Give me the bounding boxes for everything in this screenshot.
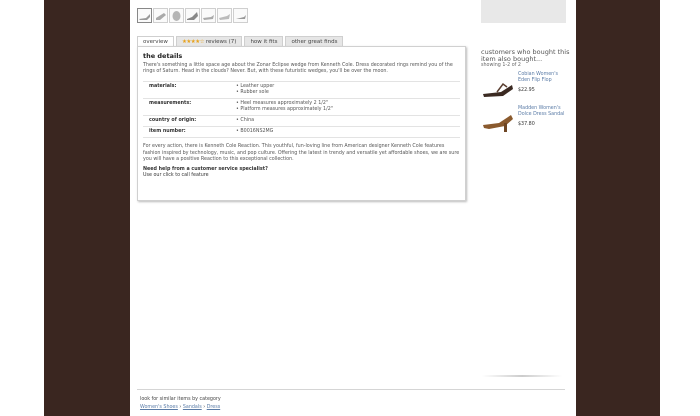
list-item[interactable]: Madden Women's Dolce Dress Sandal $37.80 bbox=[481, 106, 571, 134]
details-panel: the details There's something a little s… bbox=[137, 46, 466, 201]
category-label: look for similar items by category bbox=[140, 397, 221, 402]
spec-label: measurements: bbox=[143, 98, 233, 116]
product-price: $22.95 bbox=[518, 88, 535, 93]
also-bought-count: showing 1-2 of 2 bbox=[481, 63, 521, 68]
product-image[interactable] bbox=[481, 106, 515, 134]
tab-other-finds[interactable]: other great finds bbox=[285, 36, 344, 46]
spec-value: • B0016NS2MG bbox=[233, 126, 460, 139]
spec-table: materials: • Leather upper • Rubber sole … bbox=[143, 81, 460, 139]
details-heading: the details bbox=[143, 52, 183, 60]
product-thumbnail[interactable] bbox=[201, 8, 216, 23]
product-name-link[interactable]: Madden Women's Dolce Dress Sandal bbox=[518, 106, 571, 118]
divider bbox=[137, 389, 565, 390]
breadcrumb-sandals[interactable]: Sandals bbox=[183, 405, 202, 410]
brand-description: For every action, there is Kenneth Cole … bbox=[143, 144, 460, 162]
table-row: materials: • Leather upper • Rubber sole bbox=[143, 81, 460, 99]
product-name-link[interactable]: Cobian Women's Eden Flip Flop bbox=[518, 72, 571, 84]
product-price: $37.80 bbox=[518, 122, 535, 127]
click-to-call-link[interactable]: Use our click to call feature bbox=[143, 173, 209, 178]
also-bought: customers who bought this item also boug… bbox=[481, 49, 571, 140]
product-thumbnail[interactable] bbox=[169, 8, 184, 23]
breadcrumb-separator: › bbox=[203, 405, 206, 410]
product-thumbnail[interactable] bbox=[233, 8, 248, 23]
help-section: Need help from a customer service specia… bbox=[143, 167, 460, 179]
breadcrumb-womens-shoes[interactable]: Women's Shoes bbox=[140, 405, 178, 410]
category-footer: look for similar items by category Women… bbox=[140, 396, 221, 412]
also-bought-title: customers who bought this item also boug… bbox=[481, 48, 570, 63]
tab-how-it-fits[interactable]: how it fits bbox=[244, 36, 284, 46]
table-row: measurements: • Heel measures approximat… bbox=[143, 98, 460, 116]
tab-reviews[interactable]: ★★★★☆ reviews (7) bbox=[175, 36, 243, 46]
spec-value: • Heel measures approximately 2 1/2" • Pl… bbox=[233, 98, 460, 116]
table-row: country of origin: • China bbox=[143, 115, 460, 127]
rating-stars: ★★★★☆ bbox=[181, 39, 205, 45]
product-thumbnail[interactable] bbox=[217, 8, 232, 23]
breadcrumb: Women's Shoes › Sandals › Dress bbox=[140, 404, 221, 412]
thumbnail-strip bbox=[137, 8, 248, 23]
product-thumbnail[interactable] bbox=[137, 8, 152, 23]
details-intro: There's something a little space age abo… bbox=[143, 63, 453, 75]
left-margin bbox=[0, 0, 44, 416]
list-item[interactable]: Cobian Women's Eden Flip Flop $22.95 bbox=[481, 72, 571, 100]
tab-reviews-label: reviews (7) bbox=[205, 39, 237, 45]
product-thumbnail[interactable] bbox=[153, 8, 168, 23]
promo-box bbox=[481, 0, 566, 23]
spec-value: • China bbox=[233, 115, 460, 127]
product-thumbnail[interactable] bbox=[185, 8, 200, 23]
spec-label: item number: bbox=[143, 126, 233, 139]
divider bbox=[482, 375, 562, 377]
spec-label: country of origin: bbox=[143, 115, 233, 127]
product-image[interactable] bbox=[481, 72, 515, 100]
breadcrumb-dress[interactable]: Dress bbox=[207, 405, 221, 410]
breadcrumb-separator: › bbox=[179, 405, 182, 410]
spec-value: • Leather upper • Rubber sole bbox=[233, 81, 460, 99]
main-content: overview ★★★★☆ reviews (7) how it fits o… bbox=[130, 0, 576, 416]
table-row: item number: • B0016NS2MG bbox=[143, 126, 460, 139]
right-margin bbox=[660, 0, 700, 416]
spec-label: materials: bbox=[143, 81, 233, 99]
